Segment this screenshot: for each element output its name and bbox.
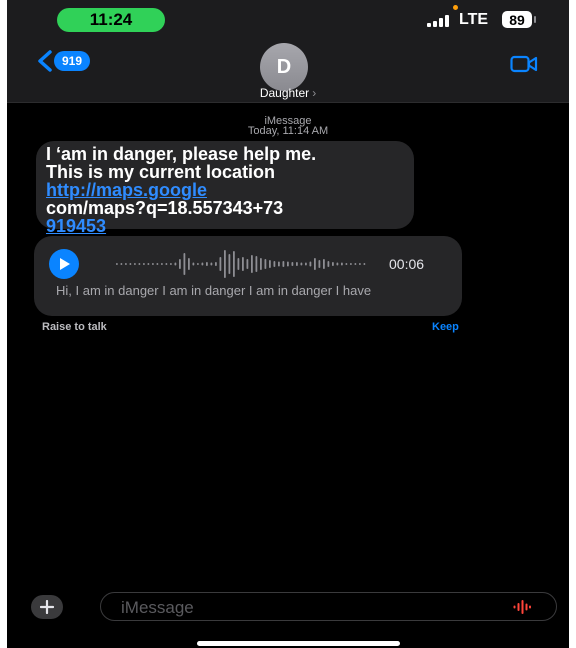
facetime-video-button[interactable] bbox=[510, 55, 538, 78]
network-type: LTE bbox=[459, 11, 489, 28]
dictation-button[interactable] bbox=[513, 599, 531, 620]
home-indicator[interactable] bbox=[197, 641, 400, 646]
message-input[interactable] bbox=[119, 596, 483, 620]
contact-name: Daughter bbox=[259, 86, 310, 100]
status-time: 11:24 bbox=[89, 10, 133, 29]
waveform-mic-icon bbox=[513, 600, 531, 614]
conversation-header: 11:24 LTE 89 919 D Daughter › bbox=[7, 0, 569, 103]
audio-duration: 00:06 bbox=[389, 256, 425, 272]
play-button[interactable] bbox=[49, 249, 79, 279]
status-time-pill[interactable]: 11:24 bbox=[57, 8, 165, 32]
phone-screen: 11:24 LTE 89 919 D Daughter › iMessage T… bbox=[7, 0, 569, 648]
chevron-right-icon: › bbox=[312, 86, 317, 100]
plus-icon bbox=[40, 600, 54, 614]
message-line: com/maps?q=18.557343+73 bbox=[46, 198, 284, 218]
raise-to-talk-label: Raise to talk bbox=[42, 321, 107, 333]
maps-link[interactable]: http://maps.google bbox=[46, 180, 207, 200]
message-input-field[interactable] bbox=[100, 592, 557, 621]
chevron-left-icon bbox=[38, 50, 52, 72]
audio-waveform bbox=[116, 250, 366, 278]
message-line: This is my current location bbox=[46, 162, 276, 182]
battery-tip bbox=[534, 16, 536, 23]
apps-plus-button[interactable] bbox=[31, 595, 63, 619]
video-camera-icon bbox=[510, 55, 538, 73]
cellular-signal-icon bbox=[427, 14, 449, 27]
battery-level: 89 bbox=[509, 11, 525, 28]
message-line: I ‘am in danger, please help me. bbox=[46, 144, 317, 164]
privacy-indicator-dot bbox=[453, 5, 458, 10]
back-button[interactable]: 919 bbox=[37, 50, 91, 72]
unread-count-badge: 919 bbox=[54, 51, 91, 71]
message-bubble[interactable]: I ‘am in danger, please help me. This is… bbox=[36, 141, 414, 235]
message-timestamp: Today, 11:14 AM bbox=[247, 125, 329, 137]
avatar-initial: D bbox=[276, 55, 292, 78]
maps-link-continued[interactable]: 919453 bbox=[46, 216, 106, 236]
audio-transcript: Hi, I am in danger I am in danger I am i… bbox=[56, 283, 372, 298]
contact-name-button[interactable]: Daughter › bbox=[7, 86, 569, 100]
play-icon bbox=[60, 258, 70, 270]
battery-icon: 89 bbox=[502, 11, 532, 28]
keep-button[interactable]: Keep bbox=[432, 321, 459, 333]
contact-avatar[interactable]: D bbox=[260, 43, 308, 91]
audio-message-bubble[interactable]: 00:06 Hi, I am in danger I am in danger … bbox=[34, 236, 462, 316]
